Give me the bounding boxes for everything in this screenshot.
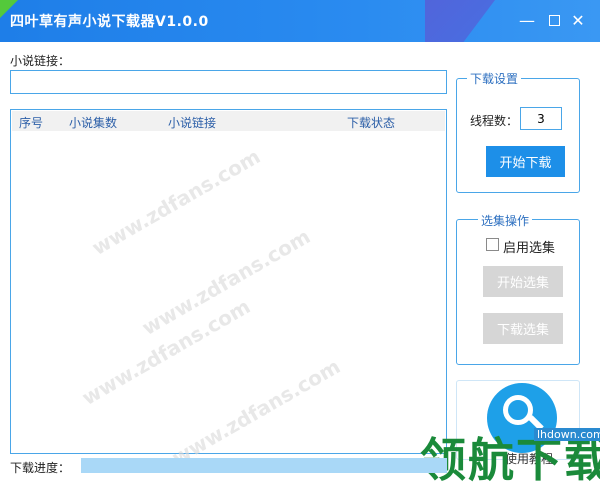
title-bar[interactable]: 四叶草有声小说下载器V1.0.0 — ✕ (0, 0, 600, 42)
start-download-button[interactable]: 开始下载 (486, 146, 565, 177)
column-index[interactable]: 序号 (19, 114, 43, 131)
enable-selection-checkbox[interactable] (486, 238, 499, 251)
watermark-text: www.zdfans.com (137, 224, 315, 340)
watermark-text: www.zdfans.com (87, 144, 265, 260)
enable-selection-label[interactable]: 启用选集 (503, 237, 555, 256)
maximize-icon (548, 15, 560, 26)
watermark-text: www.zdfans.com (77, 294, 255, 410)
column-status[interactable]: 下载状态 (347, 114, 395, 131)
thread-count-label: 线程数： (470, 114, 519, 128)
novel-url-input[interactable] (10, 70, 447, 94)
window-title: 四叶草有声小说下载器V1.0.0 (10, 14, 209, 30)
close-button[interactable]: ✕ (569, 12, 587, 30)
download-settings-title: 下载设置 (467, 70, 522, 87)
novel-url-label: 小说链接： (10, 54, 71, 68)
title-accent-right (425, 0, 495, 42)
maximize-button[interactable] (545, 12, 563, 30)
progress-label: 下载进度： (10, 461, 71, 475)
download-select-button[interactable]: 下载选集 (483, 313, 563, 344)
start-select-button[interactable]: 开始选集 (483, 266, 563, 297)
download-progress-bar (81, 458, 447, 473)
column-episode[interactable]: 小说集数 (69, 114, 117, 131)
watermark-text: www.zdfans.com (167, 354, 345, 470)
column-link[interactable]: 小说链接 (168, 114, 216, 131)
brand-domain: lhdown.com (534, 428, 600, 441)
thread-count-input[interactable] (520, 107, 562, 130)
minimize-button[interactable]: — (518, 12, 536, 30)
selection-title: 选集操作 (478, 212, 533, 229)
table-header: 序号 小说集数 小说链接 下载状态 (12, 111, 445, 131)
episode-table[interactable]: 序号 小说集数 小说链接 下载状态 www.zdfans.com www.zdf… (10, 109, 447, 470)
